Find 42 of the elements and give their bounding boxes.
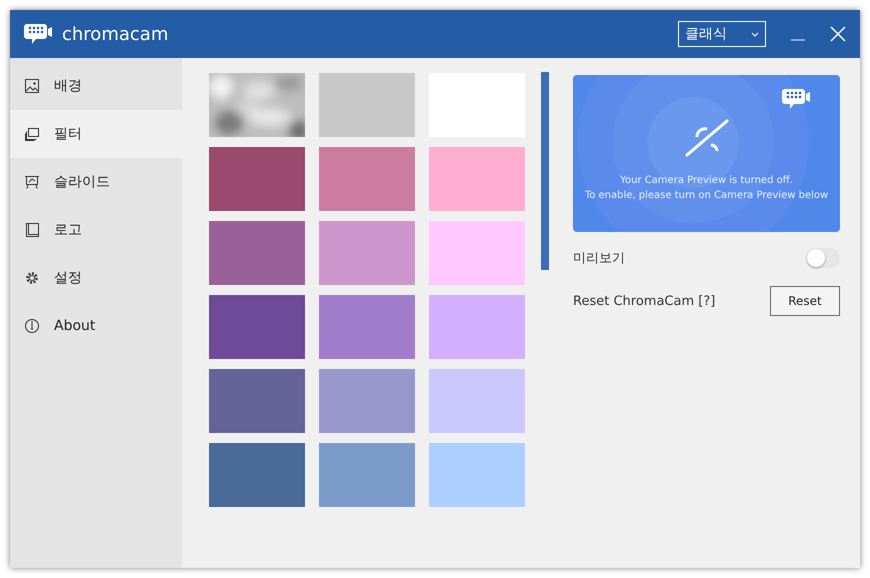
sidebar-item[interactable]: 필터: [10, 110, 182, 158]
info-icon: [24, 318, 40, 334]
filter-swatch[interactable]: [429, 369, 525, 433]
camera-logo-icon: [782, 87, 810, 111]
preview-toggle[interactable]: [806, 248, 840, 268]
filter-swatch[interactable]: [319, 443, 415, 507]
filter-swatch[interactable]: [319, 221, 415, 285]
filter-swatch[interactable]: [429, 147, 525, 211]
sidebar-item[interactable]: 로고: [10, 206, 182, 254]
layers-icon: [24, 126, 40, 142]
filter-swatch[interactable]: [319, 147, 415, 211]
chromacam-logo-icon: [24, 22, 52, 46]
sidebar-item[interactable]: 슬라이드: [10, 158, 182, 206]
app-title: chromacam: [62, 24, 170, 44]
image-icon: [24, 78, 40, 94]
filter-swatch[interactable]: [429, 443, 525, 507]
filter-swatch[interactable]: [429, 295, 525, 359]
reset-label: Reset ChromaCam [?]: [573, 294, 716, 308]
filter-swatch[interactable]: [319, 369, 415, 433]
filter-swatch[interactable]: [209, 221, 305, 285]
sidebar-item[interactable]: 배경: [10, 62, 182, 110]
sidebar-item[interactable]: 설정: [10, 254, 182, 302]
filter-swatch[interactable]: [429, 221, 525, 285]
sidebar-item[interactable]: About: [10, 302, 182, 350]
camera-off-icon: [684, 119, 728, 157]
easel-icon: [24, 174, 40, 190]
close-icon[interactable]: [830, 26, 846, 42]
settings-icon: [24, 270, 40, 286]
filter-swatch[interactable]: [319, 73, 415, 137]
mode-dropdown[interactable]: 클래식: [678, 21, 766, 47]
preview-label: 미리보기: [573, 250, 625, 267]
filter-swatch[interactable]: [319, 295, 415, 359]
reset-button[interactable]: Reset: [770, 286, 840, 316]
filter-swatch[interactable]: [209, 369, 305, 433]
filter-swatch[interactable]: [209, 295, 305, 359]
preview-message: Your Camera Preview is turned off.: [620, 174, 793, 188]
filter-swatch[interactable]: [209, 443, 305, 507]
frame-icon: [24, 222, 40, 238]
filter-swatch[interactable]: [209, 147, 305, 211]
preview-message: To enable, please turn on Camera Preview below: [584, 189, 828, 203]
chevron-down-icon: [751, 32, 759, 36]
scrollbar-thumb[interactable]: [541, 72, 549, 270]
